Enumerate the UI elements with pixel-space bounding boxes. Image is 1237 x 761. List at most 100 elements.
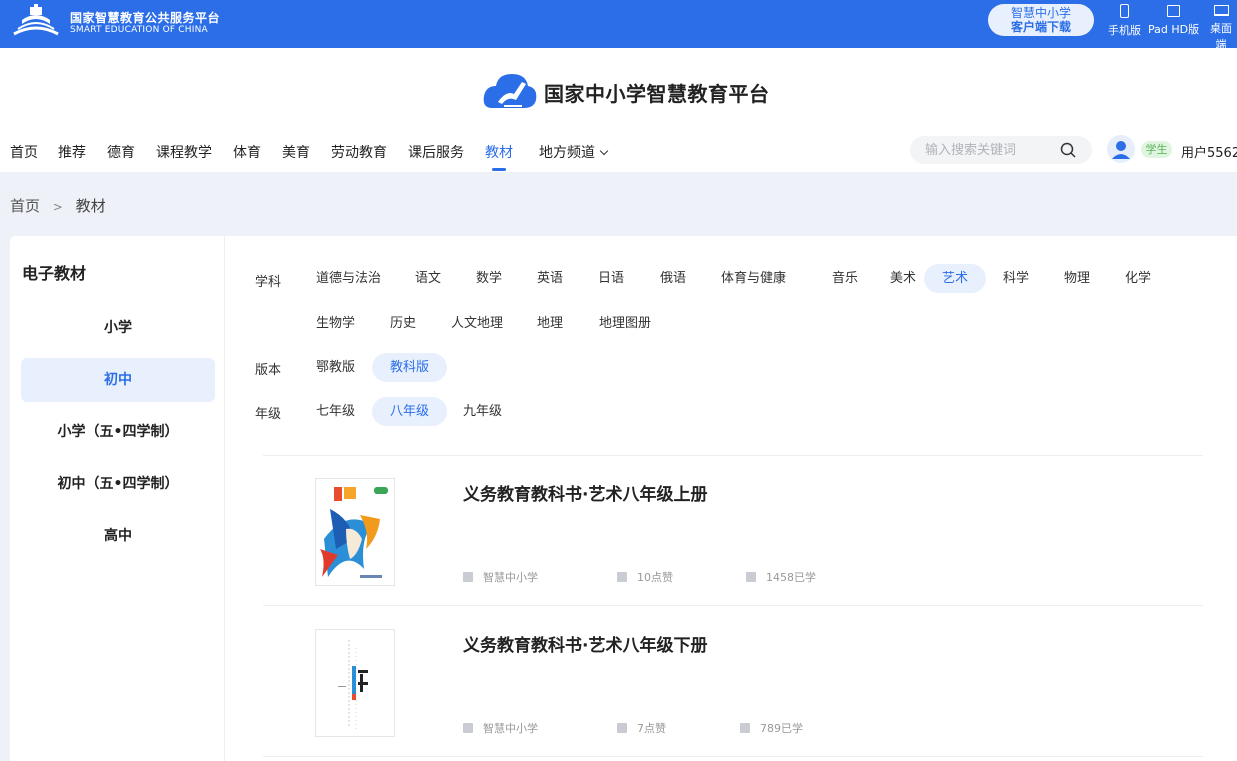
breadcrumb: 首页 > 教材	[10, 195, 106, 216]
breadcrumb-home[interactable]: 首页	[10, 197, 40, 215]
book-source-text: 智慧中小学	[483, 571, 538, 584]
sidebar-item-primary-54[interactable]: 小学（五•四学制）	[21, 410, 215, 454]
nav-home[interactable]: 首页	[10, 142, 38, 162]
book-cover-art-8b[interactable]	[315, 629, 395, 737]
platform-title[interactable]: 国家智慧教育公共服务平台	[70, 9, 220, 26]
subject-chip[interactable]: 数学	[458, 264, 520, 293]
breadcrumb-separator: >	[52, 200, 63, 214]
top-bar: 国家智慧教育公共服务平台 SMART EDUCATION OF CHINA 智慧…	[0, 0, 1237, 51]
role-badge: 学生	[1141, 141, 1172, 158]
desktop-version-link[interactable]: 桌面端	[1205, 4, 1237, 52]
grade-chip-active[interactable]: 八年级	[372, 397, 448, 426]
study-icon	[746, 572, 756, 582]
book-likes-text: 7点赞	[637, 722, 666, 735]
phone-version-link[interactable]: 手机版	[1108, 4, 1141, 38]
pad-version-link[interactable]: Pad HD版	[1148, 4, 1199, 37]
brand-name: 国家中小学智慧教育平台	[544, 82, 770, 106]
book-learners-text: 1458已学	[766, 571, 816, 584]
book-cover-image	[316, 630, 394, 736]
book-likes: 7点赞	[617, 720, 666, 736]
cloud-book-icon	[483, 74, 537, 108]
nav-aesthetic[interactable]: 美育	[282, 142, 310, 162]
pad-version-label: Pad HD版	[1148, 23, 1200, 36]
stage-sidebar: 电子教材 小学 初中 小学（五•四学制） 初中（五•四学制） 高中	[10, 236, 225, 761]
sidebar-item-primary[interactable]: 小学	[21, 306, 215, 350]
book-item[interactable]: 义务教育教科书·艺术八年级下册 智慧中小学 7点赞 789已学	[263, 607, 1203, 757]
school-icon	[463, 723, 473, 733]
client-download-line2: 客户端下载	[1010, 20, 1071, 34]
breadcrumb-current: 教材	[75, 197, 106, 215]
book-cover-image	[316, 479, 394, 585]
subject-chip[interactable]: 人文地理	[433, 309, 521, 338]
nav-sports[interactable]: 体育	[233, 142, 261, 162]
nav-moral[interactable]: 德育	[107, 142, 135, 162]
username[interactable]: 用户5562	[1181, 142, 1237, 161]
subject-chip[interactable]: 英语	[519, 264, 581, 293]
textbook-content: 学科 道德与法治 语文 数学 英语 日语 俄语 体育与健康 音乐 美术 艺术 科…	[226, 236, 1237, 761]
platform-subtitle: SMART EDUCATION OF CHINA	[70, 25, 208, 35]
subject-chip-active[interactable]: 艺术	[924, 264, 987, 293]
smart-education-logo-icon[interactable]	[10, 4, 62, 40]
book-learners-text: 789已学	[760, 722, 803, 735]
phone-icon	[1120, 4, 1129, 18]
textbook-panel: 电子教材 小学 初中 小学（五•四学制） 初中（五•四学制） 高中 学科 道德与…	[10, 236, 1237, 761]
search-box	[910, 136, 1092, 164]
nav-recommend[interactable]: 推荐	[58, 142, 86, 162]
sidebar-item-junior[interactable]: 初中	[21, 358, 215, 402]
edition-chip[interactable]: 鄂教版	[298, 353, 373, 382]
sidebar-item-senior[interactable]: 高中	[21, 514, 215, 558]
subject-chip[interactable]: 音乐	[814, 264, 876, 293]
subject-chip[interactable]: 地理图册	[581, 309, 669, 338]
edition-chip-active[interactable]: 教科版	[372, 353, 448, 382]
nav-local-channel-label: 地方频道	[539, 145, 595, 161]
search-input[interactable]	[925, 141, 1055, 159]
subject-chip[interactable]: 化学	[1107, 264, 1169, 293]
subject-chip[interactable]: 历史	[372, 309, 434, 338]
site-header: 国家中小学智慧教育平台 首页 推荐 德育 课程教学 体育 美育 劳动教育 课后服…	[0, 48, 1237, 172]
nav-after-school[interactable]: 课后服务	[408, 142, 464, 162]
book-title[interactable]: 义务教育教科书·艺术八年级上册	[463, 480, 707, 505]
subject-chip[interactable]: 语文	[397, 264, 459, 293]
tablet-icon	[1167, 5, 1181, 17]
book-title[interactable]: 义务教育教科书·艺术八年级下册	[463, 631, 707, 656]
book-source: 智慧中小学	[463, 569, 538, 585]
brand-logo[interactable]: 国家中小学智慧教育平台	[482, 68, 769, 114]
subject-chip[interactable]: 道德与法治	[298, 264, 399, 293]
book-learners: 789已学	[740, 720, 803, 736]
desktop-version-label: 桌面端	[1210, 22, 1232, 51]
thumbs-up-icon	[617, 572, 627, 582]
chevron-down-icon	[599, 146, 609, 156]
subject-chip[interactable]: 生物学	[298, 309, 373, 338]
book-likes-text: 10点赞	[637, 571, 673, 584]
desktop-icon	[1213, 5, 1229, 16]
subject-chip[interactable]: 体育与健康	[703, 264, 804, 293]
subject-chip[interactable]: 日语	[580, 264, 642, 293]
avatar[interactable]	[1107, 135, 1135, 163]
subject-chip[interactable]: 地理	[519, 309, 581, 338]
nav-labor[interactable]: 劳动教育	[331, 142, 387, 162]
study-icon	[740, 723, 750, 733]
client-download-button[interactable]: 智慧中小学 客户端下载	[988, 4, 1094, 36]
user-icon	[1112, 141, 1130, 159]
grade-chip[interactable]: 九年级	[445, 397, 520, 426]
grade-chip[interactable]: 七年级	[298, 397, 373, 426]
book-likes: 10点赞	[617, 569, 673, 585]
book-source-text: 智慧中小学	[483, 722, 538, 735]
subject-chip[interactable]: 科学	[985, 264, 1047, 293]
school-icon	[463, 572, 473, 582]
book-item[interactable]: 义务教育教科书·艺术八年级上册 智慧中小学 10点赞 1458已学	[263, 456, 1203, 606]
nav-textbooks[interactable]: 教材	[485, 142, 513, 171]
phone-version-label: 手机版	[1108, 24, 1141, 37]
client-download-line1: 智慧中小学	[1010, 6, 1071, 20]
edition-filter-label: 版本	[255, 363, 282, 378]
subject-filter-label: 学科	[255, 275, 282, 290]
thumbs-up-icon	[617, 723, 627, 733]
sidebar-item-junior-54[interactable]: 初中（五•四学制）	[21, 462, 215, 506]
nav-course-teaching[interactable]: 课程教学	[156, 142, 212, 162]
search-icon[interactable]	[1060, 142, 1076, 158]
subject-chip[interactable]: 俄语	[642, 264, 704, 293]
book-learners: 1458已学	[746, 569, 816, 585]
book-cover-art-8a[interactable]	[315, 478, 395, 586]
subject-chip[interactable]: 物理	[1046, 264, 1108, 293]
nav-local-channel[interactable]: 地方频道	[539, 142, 609, 162]
